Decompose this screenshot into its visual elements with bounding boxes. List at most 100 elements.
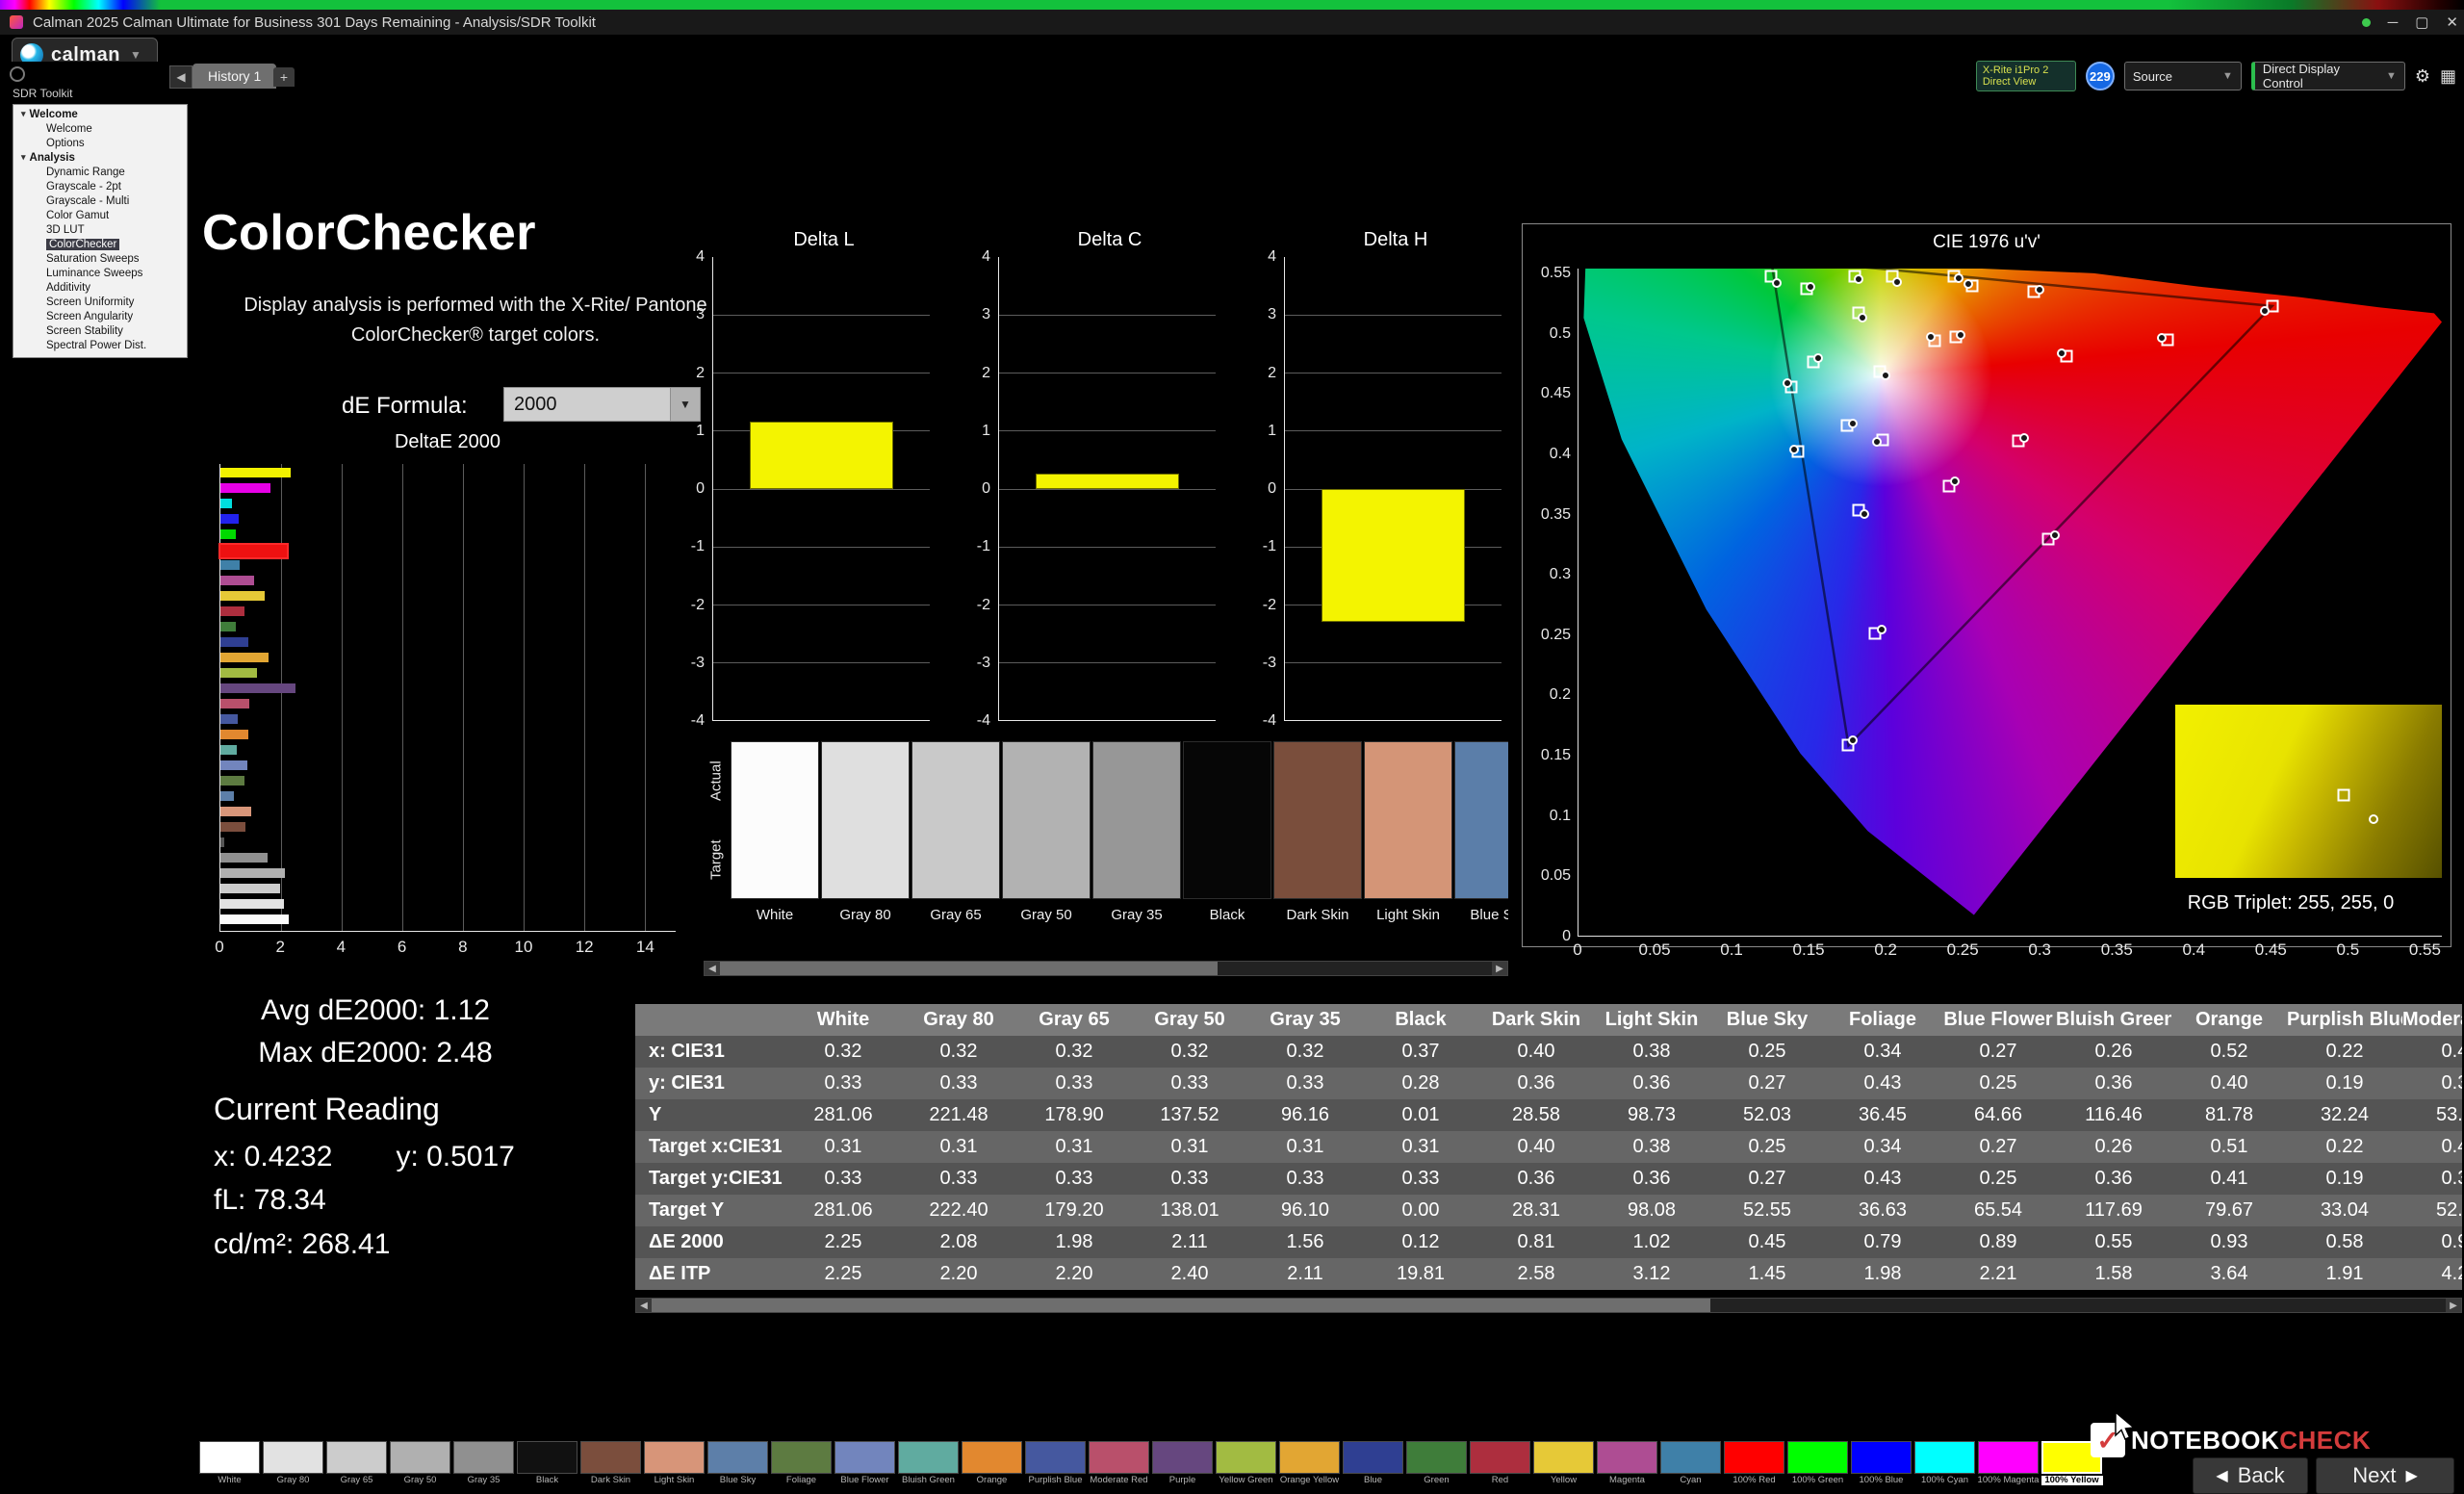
scroll-left-icon[interactable]: ◀ [636,1299,652,1312]
tab-scroll-left-button[interactable]: ◀ [169,65,192,89]
palette-patch-gray-50[interactable]: Gray 50 [389,1441,451,1485]
axis-tick-label: 0.3 [2028,940,2051,960]
sidebar-item-welcome[interactable]: Welcome [13,121,187,136]
table-cell: 0.22 [2287,1131,2402,1163]
plot-area [712,257,930,721]
sidebar-item-saturation-sweeps[interactable]: Saturation Sweeps [13,251,187,266]
palette-patch-orange-yellow[interactable]: Orange Yellow [1278,1441,1341,1485]
sidebar-item-luminance-sweeps[interactable]: Luminance Sweeps [13,266,187,280]
palette-patch-red[interactable]: Red [1469,1441,1531,1485]
scroll-right-icon[interactable]: ▶ [1492,962,1507,975]
back-button[interactable]: ◀ Back [2193,1457,2308,1494]
sidebar-item-additivity[interactable]: Additivity [13,280,187,295]
table-cell: 0.33 [1363,1163,1478,1195]
palette-patch-foliage[interactable]: Foliage [770,1441,833,1485]
reading-count-badge[interactable]: 229 [2086,62,2115,90]
palette-patch-black[interactable]: Black [516,1441,578,1485]
deltae-bar-yellow-green [220,668,257,678]
layout-icon[interactable]: ▦ [2440,66,2456,87]
row-label: Target x:CIE31 [635,1131,785,1163]
palette-patch-magenta[interactable]: Magenta [1596,1441,1658,1485]
palette-patch-white[interactable]: White [198,1441,261,1485]
delta-chart-delta-c: Delta C43210-1-2-3-4 [960,229,1221,721]
patch-white[interactable]: White [731,741,819,940]
patch-gray-80[interactable]: Gray 80 [821,741,910,940]
sidebar-item-options[interactable]: Options [13,136,187,150]
palette-patch-light-skin[interactable]: Light Skin [643,1441,706,1485]
column-header-foliage: Foliage [1825,1004,1940,1036]
sidebar-item-color-gamut[interactable]: Color Gamut [13,208,187,222]
palette-patch-yellow[interactable]: Yellow [1532,1441,1595,1485]
palette-patch-100-blue[interactable]: 100% Blue [1850,1441,1912,1485]
axis-tick-label: 6 [398,938,406,957]
table-cell: 138.01 [1132,1195,1247,1226]
palette-patch-orange[interactable]: Orange [961,1441,1023,1485]
actual-row-label: Actual [704,741,729,820]
deltae-bar-100-green [220,529,236,539]
sidebar-item-3d-lut[interactable]: 3D LUT [13,222,187,237]
measured-marker-orange-yellow [1964,279,1973,289]
de-formula-select[interactable]: 2000 ▼ [503,387,701,422]
scrollbar-thumb[interactable] [652,1299,1710,1312]
palette-patch-yellow-green[interactable]: Yellow Green [1215,1441,1277,1485]
scroll-left-icon[interactable]: ◀ [705,962,720,975]
sidebar-item-spectral-power-dist[interactable]: Spectral Power Dist. [13,338,187,352]
add-tab-button[interactable]: + [273,67,295,87]
palette-patch-blue-flower[interactable]: Blue Flower [834,1441,896,1485]
gridline [584,464,585,931]
meter-button[interactable]: X-Rite i1Pro 2 Direct View [1976,61,2076,91]
palette-patch-purplish-blue[interactable]: Purplish Blue [1024,1441,1087,1485]
palette-patch-green[interactable]: Green [1405,1441,1468,1485]
palette-patch-cyan[interactable]: Cyan [1659,1441,1722,1485]
palette-patch-100-red[interactable]: 100% Red [1723,1441,1785,1485]
sidebar-item-colorchecker[interactable]: ColorChecker [13,237,187,251]
sidebar-item-label: Grayscale - 2pt [46,181,121,193]
sidebar-item-welcome[interactable]: ▾Welcome [13,107,187,121]
patch-gray-65[interactable]: Gray 65 [911,741,1000,940]
deltae-bar-100-red [220,545,287,557]
sidebar-item-dynamic-range[interactable]: Dynamic Range [13,165,187,179]
maximize-button[interactable]: ▢ [2415,13,2428,31]
palette-patch-gray-80[interactable]: Gray 80 [262,1441,324,1485]
palette-patch-100-cyan[interactable]: 100% Cyan [1913,1441,1976,1485]
patch-gray-35[interactable]: Gray 35 [1092,741,1181,940]
palette-patch-dark-skin[interactable]: Dark Skin [579,1441,642,1485]
palette-patch-purple[interactable]: Purple [1151,1441,1214,1485]
scroll-right-icon[interactable]: ▶ [2446,1299,2461,1312]
measured-marker-moderate-red [2057,348,2066,358]
palette-patch-gray-35[interactable]: Gray 35 [452,1441,515,1485]
patch-gray-50[interactable]: Gray 50 [1002,741,1091,940]
palette-patch-blue-sky[interactable]: Blue Sky [706,1441,769,1485]
gear-icon[interactable]: ⚙ [2415,66,2430,87]
watermark-text-2: CHECK [2279,1426,2371,1455]
sidebar-item-analysis[interactable]: ▾Analysis [13,150,187,165]
source-dropdown[interactable]: Source ▼ [2124,62,2242,90]
palette-patch-blue[interactable]: Blue [1342,1441,1404,1485]
tab-history-1[interactable]: History 1 [192,64,276,89]
axis-tick-label: 0.35 [1541,506,1571,524]
sidebar-item-grayscale-multi[interactable]: Grayscale - Multi [13,193,187,208]
table-cell: 0.36 [1478,1163,1594,1195]
patch-dark-skin[interactable]: Dark Skin [1273,741,1362,940]
deltae-bar-100-cyan [220,499,232,508]
sidebar-item-screen-uniformity[interactable]: Screen Uniformity [13,295,187,309]
palette-patch-moderate-red[interactable]: Moderate Red [1088,1441,1150,1485]
swatch-scrollbar[interactable]: ◀ ▶ [704,961,1508,976]
palette-patch-bluish-green[interactable]: Bluish Green [897,1441,960,1485]
patch-light-skin[interactable]: Light Skin [1364,741,1452,940]
palette-patch-100-green[interactable]: 100% Green [1786,1441,1849,1485]
axis-tick-label: -4 [691,712,705,730]
close-button[interactable]: ✕ [2446,13,2458,31]
next-button[interactable]: Next ▶ [2316,1457,2454,1494]
direct-display-control-dropdown[interactable]: Direct Display Control ▼ [2251,62,2405,90]
patch-blue-sky[interactable]: Blue Sky [1454,741,1508,940]
minimize-button[interactable]: ─ [2388,14,2399,31]
sidebar-item-screen-stability[interactable]: Screen Stability [13,323,187,338]
palette-patch-gray-65[interactable]: Gray 65 [325,1441,388,1485]
scrollbar-thumb[interactable] [720,962,1218,975]
table-scrollbar[interactable]: ◀ ▶ [635,1298,2462,1313]
sidebar-item-grayscale-2pt[interactable]: Grayscale - 2pt [13,179,187,193]
patch-black[interactable]: Black [1183,741,1271,940]
palette-patch-100-magenta[interactable]: 100% Magenta [1977,1441,2040,1485]
sidebar-item-screen-angularity[interactable]: Screen Angularity [13,309,187,323]
